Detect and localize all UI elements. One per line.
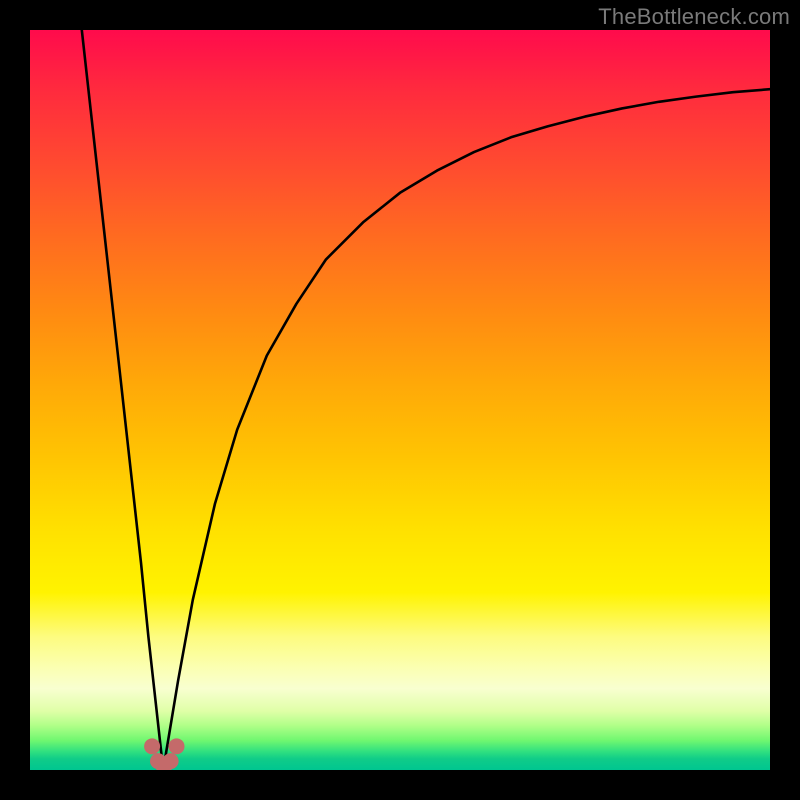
minimum-marker [163, 753, 179, 769]
plot-area [30, 30, 770, 770]
curve-left [82, 30, 163, 770]
attribution-text: TheBottleneck.com [598, 4, 790, 30]
curve-svg [30, 30, 770, 770]
chart-root: TheBottleneck.com [0, 0, 800, 800]
minimum-marker [169, 738, 185, 754]
curve-right [163, 89, 770, 770]
minimum-markers [144, 738, 184, 770]
minimum-marker [144, 738, 160, 754]
